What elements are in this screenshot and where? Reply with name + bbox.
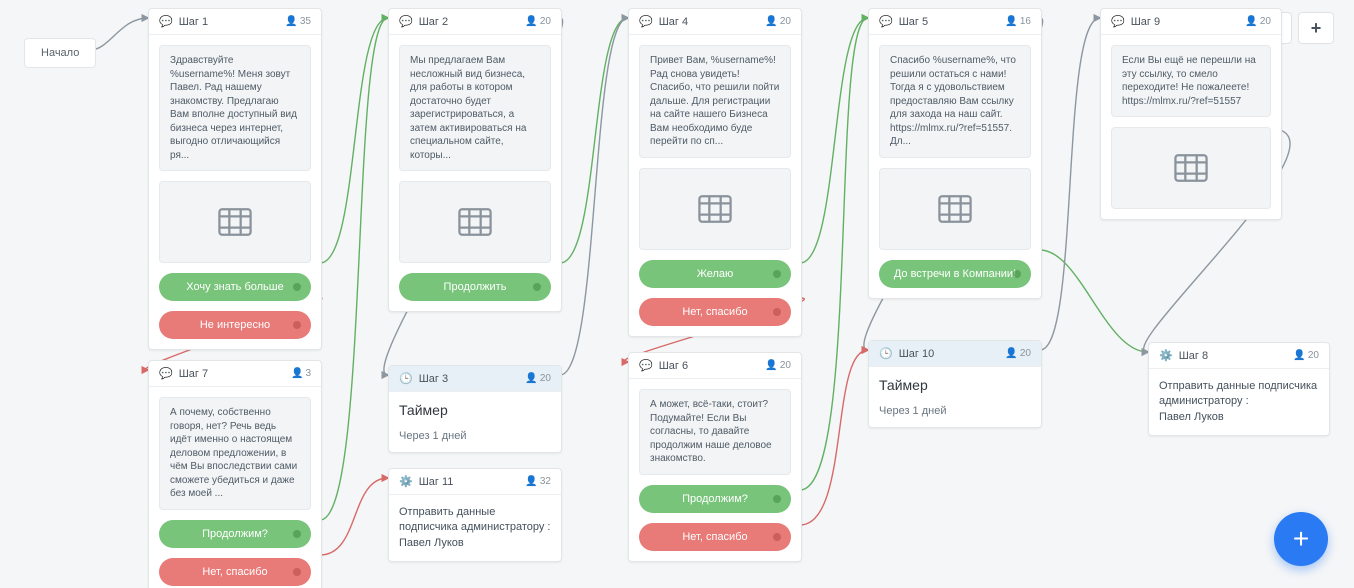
- media-placeholder: [399, 181, 551, 263]
- add-step-fab[interactable]: +: [1274, 512, 1328, 566]
- timer-sub: Через 1 дней: [879, 405, 1031, 417]
- timer-title: Таймер: [399, 402, 551, 420]
- chat-icon: 💬: [879, 15, 893, 28]
- step-card-2[interactable]: 💬 Шаг 2 👤20 Мы предлагаем Вам несложный …: [388, 8, 562, 312]
- card-title: Шаг 10: [899, 348, 1000, 360]
- user-count: 👤20: [1245, 16, 1271, 27]
- user-count: 👤3: [291, 368, 311, 379]
- card-title: Шаг 6: [659, 360, 760, 372]
- option-meet-button[interactable]: До встречи в Компании!: [879, 260, 1031, 288]
- media-placeholder: [1111, 127, 1271, 209]
- card-title: Шаг 7: [179, 368, 285, 380]
- card-title: Шаг 11: [419, 476, 520, 488]
- user-count: 👤20: [1293, 350, 1319, 361]
- step-card-8[interactable]: ⚙️ Шаг 8 👤20 Отправить данные подписчика…: [1148, 342, 1330, 436]
- step-card-3[interactable]: 🕒 Шаг 3 👤20 Таймер Через 1 дней: [388, 365, 562, 453]
- option-nothanks-button[interactable]: Нет, спасибо: [639, 523, 791, 551]
- chat-icon: 💬: [159, 15, 173, 28]
- option-notinterested-button[interactable]: Не интересно: [159, 311, 311, 339]
- step-card-5[interactable]: 💬 Шаг 5 👤16 Спасибо %username%, что реши…: [868, 8, 1042, 299]
- message-text: А может, всё-таки, стоит? Подумайте! Есл…: [639, 389, 791, 475]
- card-title: Шаг 5: [899, 16, 1000, 28]
- timer-sub: Через 1 дней: [399, 430, 551, 442]
- action-text: Отправить данные подписчика администрато…: [399, 505, 551, 551]
- clock-icon: 🕒: [399, 372, 413, 385]
- option-nothanks-button[interactable]: Нет, спасибо: [159, 558, 311, 586]
- message-text: Спасибо %username%, что решили остаться …: [879, 45, 1031, 158]
- user-count: 👤32: [525, 476, 551, 487]
- start-node[interactable]: Начало: [24, 38, 96, 68]
- card-title: Шаг 1: [179, 16, 280, 28]
- card-title: Шаг 9: [1131, 16, 1240, 28]
- chat-icon: 💬: [399, 15, 413, 28]
- message-text: Мы предлагаем Вам несложный вид бизнеса,…: [399, 45, 551, 171]
- step-card-11[interactable]: ⚙️ Шаг 11 👤32 Отправить данные подписчик…: [388, 468, 562, 562]
- step-card-7[interactable]: 💬 Шаг 7 👤3 А почему, собственно говоря, …: [148, 360, 322, 588]
- step-card-9[interactable]: 💬 Шаг 9 👤20 Если Вы ещё не перешли на эт…: [1100, 8, 1282, 220]
- user-count: 👤35: [285, 16, 311, 27]
- timer-title: Таймер: [879, 377, 1031, 395]
- chat-icon: 💬: [639, 15, 653, 28]
- option-wish-button[interactable]: Желаю: [639, 260, 791, 288]
- option-continue-button[interactable]: Продолжим?: [159, 520, 311, 548]
- user-count: 👤20: [765, 360, 791, 371]
- user-count: 👤20: [525, 373, 551, 384]
- option-more-button[interactable]: Хочу знать больше: [159, 273, 311, 301]
- step-card-10[interactable]: 🕒 Шаг 10 👤20 Таймер Через 1 дней: [868, 340, 1042, 428]
- user-count: 👤16: [1005, 16, 1031, 27]
- user-count: 👤20: [1005, 348, 1031, 359]
- card-title: Шаг 4: [659, 16, 760, 28]
- media-placeholder: [159, 181, 311, 263]
- action-text: Отправить данные подписчика администрато…: [1159, 379, 1319, 425]
- media-placeholder: [879, 168, 1031, 250]
- message-text: А почему, собственно говоря, нет? Речь в…: [159, 397, 311, 510]
- chat-icon: 💬: [639, 359, 653, 372]
- message-text: Здравствуйте %username%! Меня зовут Паве…: [159, 45, 311, 171]
- gears-icon: ⚙️: [399, 475, 413, 488]
- card-title: Шаг 8: [1179, 350, 1288, 362]
- user-count: 👤20: [525, 16, 551, 27]
- message-text: Привет Вам, %username%! Рад снова увидет…: [639, 45, 791, 158]
- clock-icon: 🕒: [879, 347, 893, 360]
- step-card-4[interactable]: 💬 Шаг 4 👤20 Привет Вам, %username%! Рад …: [628, 8, 802, 337]
- option-continue-button[interactable]: Продолжим?: [639, 485, 791, 513]
- option-continue-button[interactable]: Продолжить: [399, 273, 551, 301]
- step-card-1[interactable]: 💬 Шаг 1 👤35 Здравствуйте %username%! Мен…: [148, 8, 322, 350]
- card-title: Шаг 2: [419, 16, 520, 28]
- message-text: Если Вы ещё не перешли на эту ссылку, то…: [1111, 45, 1271, 117]
- chat-icon: 💬: [159, 367, 173, 380]
- zoom-in-button[interactable]: +: [1298, 12, 1334, 44]
- user-count: 👤20: [765, 16, 791, 27]
- media-placeholder: [639, 168, 791, 250]
- option-nothanks-button[interactable]: Нет, спасибо: [639, 298, 791, 326]
- gears-icon: ⚙️: [1159, 349, 1173, 362]
- chat-icon: 💬: [1111, 15, 1125, 28]
- card-title: Шаг 3: [419, 373, 520, 385]
- step-card-6[interactable]: 💬 Шаг 6 👤20 А может, всё-таки, стоит? По…: [628, 352, 802, 562]
